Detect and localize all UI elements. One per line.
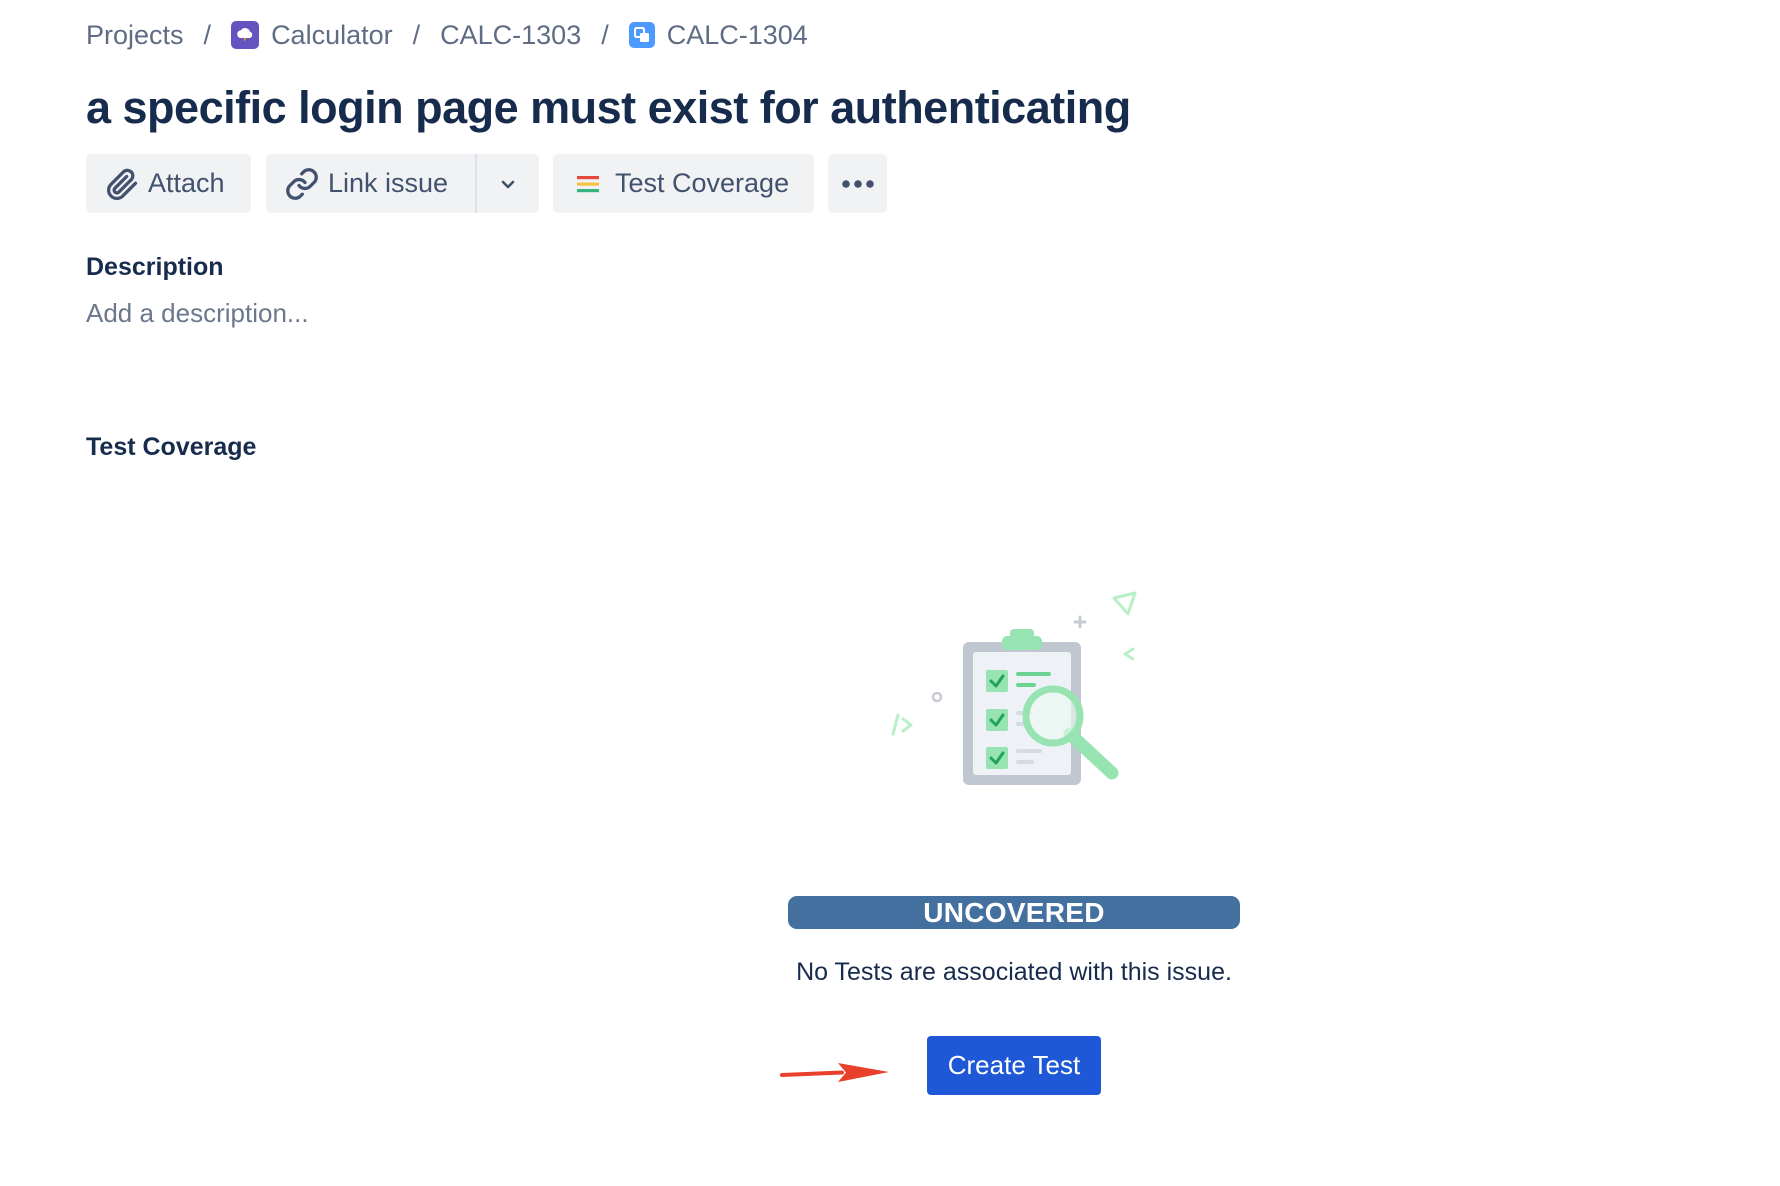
attach-button[interactable]: Attach <box>86 154 251 213</box>
description-heading: Description <box>86 253 224 281</box>
breadcrumb-separator: / <box>203 19 212 50</box>
link-issue-dropdown-button[interactable] <box>477 154 539 213</box>
breadcrumb-projects[interactable]: Projects <box>86 20 184 51</box>
test-coverage-heading: Test Coverage <box>86 433 257 461</box>
project-avatar-icon <box>231 21 260 49</box>
subtask-icon <box>628 22 655 48</box>
more-icon <box>841 179 875 189</box>
coverage-message: No Tests are associated with this issue. <box>796 958 1232 986</box>
breadcrumb-separator: / <box>601 19 609 50</box>
paperclip-icon <box>104 166 140 202</box>
issue-title[interactable]: a specific login page must exist for aut… <box>86 82 1131 134</box>
link-issue-button[interactable]: Link issue <box>266 154 475 213</box>
clipboard-magnifier-icon <box>880 585 1140 795</box>
more-actions-button[interactable] <box>828 154 887 213</box>
breadcrumb-project-label: Calculator <box>271 19 393 50</box>
test-coverage-label: Test Coverage <box>615 168 790 198</box>
breadcrumb-issue[interactable]: CALC-1304 <box>628 19 808 51</box>
annotation-arrow-icon <box>780 1063 889 1082</box>
description-field[interactable]: Add a description... <box>86 298 309 329</box>
breadcrumb-project[interactable]: Calculator <box>231 20 393 51</box>
attach-label: Attach <box>148 168 225 198</box>
breadcrumb-parent-issue[interactable]: CALC-1303 <box>440 20 581 51</box>
coverage-status-badge: UNCOVERED <box>788 896 1240 929</box>
breadcrumb: Projects / Calculator / CALC-1303 / CALC… <box>86 14 808 56</box>
test-coverage-button[interactable]: Test Coverage <box>553 154 814 213</box>
create-test-button[interactable]: Create Test <box>927 1036 1101 1095</box>
coverage-bars-icon <box>577 173 599 195</box>
link-issue-label: Link issue <box>328 168 449 198</box>
link-icon <box>284 166 320 202</box>
chevron-down-icon <box>498 174 518 194</box>
breadcrumb-separator: / <box>412 19 421 50</box>
breadcrumb-issue-label: CALC-1304 <box>666 19 808 50</box>
